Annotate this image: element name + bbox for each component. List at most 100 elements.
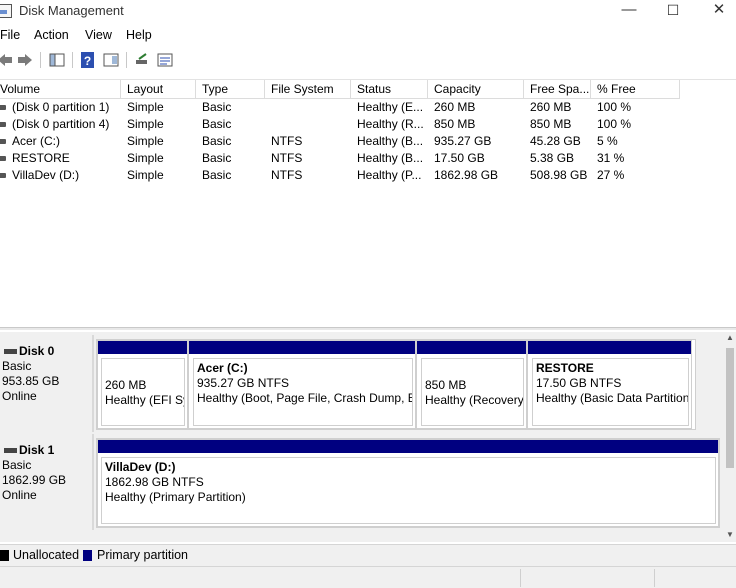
forward-icon[interactable] (16, 51, 34, 69)
back-icon[interactable] (0, 51, 14, 69)
cell-percent-free: 5 % (597, 134, 618, 148)
partition-status: Healthy (Recovery Partition) (425, 393, 524, 407)
disk-0-label[interactable]: Disk 0 Basic 953.85 GB Online (0, 335, 94, 432)
menu-action[interactable]: Action (34, 28, 69, 42)
partition-acer-c[interactable]: Acer (C:) 935.27 GB NTFS Healthy (Boot, … (188, 340, 416, 429)
primary-partition-bar (98, 341, 187, 354)
menu-bar: File Action View Help (0, 26, 736, 46)
disk-management-icon (0, 4, 12, 18)
volume-icon (0, 173, 6, 178)
menu-view[interactable]: View (85, 28, 112, 42)
close-button[interactable]: ✕ (696, 1, 736, 21)
show-hide-console-tree-icon[interactable] (48, 51, 66, 69)
partition-efi[interactable]: 260 MB Healthy (EFI System Partition) (97, 340, 188, 429)
column-header-file-system[interactable]: File System (265, 80, 351, 99)
scrollbar-thumb[interactable] (726, 348, 734, 468)
menu-help[interactable]: Help (126, 28, 152, 42)
cell-capacity: 17.50 GB (434, 151, 485, 165)
volume-icon (0, 139, 6, 144)
show-action-pane-icon[interactable] (102, 51, 120, 69)
volume-list: Volume Layout Type File System Status Ca… (0, 79, 736, 327)
partition-details: 850 MB Healthy (Recovery Partition) (421, 358, 524, 426)
disk-0-state: Online (2, 389, 37, 403)
table-row[interactable]: VillaDev (D:) Simple Basic NTFS Healthy … (0, 167, 736, 184)
partition-details: 260 MB Healthy (EFI System Partition) (101, 358, 185, 426)
volume-icon (0, 156, 6, 161)
disk-0-partitions: 260 MB Healthy (EFI System Partition) Ac… (96, 339, 696, 430)
partition-details: RESTORE 17.50 GB NTFS Healthy (Basic Dat… (532, 358, 689, 426)
status-bar (0, 566, 736, 588)
status-divider (520, 569, 521, 587)
partition-restore[interactable]: RESTORE 17.50 GB NTFS Healthy (Basic Dat… (527, 340, 692, 429)
table-row[interactable]: Acer (C:) Simple Basic NTFS Healthy (B..… (0, 133, 736, 150)
column-header-volume[interactable]: Volume (0, 80, 121, 99)
disk-1-label[interactable]: Disk 1 Basic 1862.99 GB Online (0, 434, 94, 530)
column-header-status[interactable]: Status (351, 80, 428, 99)
cell-free-space: 5.38 GB (530, 151, 575, 165)
primary-partition-swatch (83, 550, 92, 561)
scroll-down-icon[interactable]: ▼ (724, 529, 736, 541)
disk-1-name: Disk 1 (2, 443, 92, 458)
connect-disk-icon[interactable] (133, 51, 151, 69)
column-header-capacity[interactable]: Capacity (428, 80, 524, 99)
cell-capacity: 260 MB (434, 100, 476, 114)
table-row[interactable]: (Disk 0 partition 1) Simple Basic Health… (0, 99, 736, 116)
disk-0-size: 953.85 GB (2, 374, 60, 388)
cell-layout: Simple (127, 151, 164, 165)
partition-size: 17.50 GB NTFS (536, 376, 622, 390)
primary-partition-bar (417, 341, 526, 354)
cell-status: Healthy (P... (357, 168, 422, 182)
cell-layout: Simple (127, 100, 164, 114)
table-row[interactable]: RESTORE Simple Basic NTFS Healthy (B... … (0, 150, 736, 167)
column-header-layout[interactable]: Layout (121, 80, 196, 99)
volume-rows: (Disk 0 partition 1) Simple Basic Health… (0, 99, 736, 184)
cell-percent-free: 31 % (597, 151, 625, 165)
maximize-button[interactable]: ☐ (650, 1, 696, 21)
disk-1-type: Basic (2, 458, 32, 472)
legend: Unallocated Primary partition (0, 544, 736, 566)
partition-recovery[interactable]: 850 MB Healthy (Recovery Partition) (416, 340, 527, 429)
cell-file-system: NTFS (271, 151, 303, 165)
column-header-type[interactable]: Type (196, 80, 265, 99)
cell-type: Basic (202, 151, 232, 165)
column-header-free-space[interactable]: Free Spa... (524, 80, 591, 99)
minimize-button[interactable]: — (606, 1, 652, 21)
cell-volume: VillaDev (D:) (12, 168, 80, 182)
vertical-scrollbar[interactable]: ▲ ▼ (724, 332, 736, 542)
cell-layout: Simple (127, 134, 164, 148)
cell-status: Healthy (B... (357, 134, 424, 148)
cell-capacity: 935.27 GB (434, 134, 492, 148)
cell-file-system: NTFS (271, 168, 303, 182)
volume-icon (0, 122, 6, 127)
partition-details: Acer (C:) 935.27 GB NTFS Healthy (Boot, … (193, 358, 413, 426)
column-header-percent-free[interactable]: % Free (591, 80, 680, 99)
cell-volume: RESTORE (12, 151, 70, 165)
partition-details: VillaDev (D:) 1862.98 GB NTFS Healthy (P… (101, 457, 716, 524)
cell-status: Healthy (E... (357, 100, 424, 114)
cell-type: Basic (202, 100, 232, 114)
pane-splitter[interactable] (0, 327, 736, 330)
scroll-up-icon[interactable]: ▲ (724, 332, 736, 344)
partition-size: 935.27 GB NTFS (197, 376, 290, 390)
cell-file-system: NTFS (271, 134, 303, 148)
cell-capacity: 850 MB (434, 117, 476, 131)
partition-status: Healthy (Basic Data Partition) (536, 391, 689, 405)
disk-1-size: 1862.99 GB (2, 473, 67, 487)
toolbar-separator (72, 52, 73, 68)
menu-file[interactable]: File (0, 28, 20, 42)
disk-0-type: Basic (2, 359, 32, 373)
status-divider (654, 569, 655, 587)
partition-villadev-d[interactable]: VillaDev (D:) 1862.98 GB NTFS Healthy (P… (97, 439, 719, 527)
table-row[interactable]: (Disk 0 partition 4) Simple Basic Health… (0, 116, 736, 133)
cell-type: Basic (202, 168, 232, 182)
help-icon[interactable]: ? (79, 51, 97, 69)
title-bar: Disk Management — ☐ ✕ (0, 0, 736, 22)
primary-partition-bar (98, 440, 718, 453)
properties-icon[interactable] (156, 51, 174, 69)
cell-volume: (Disk 0 partition 4) (12, 117, 110, 131)
primary-partition-bar (528, 341, 691, 354)
partition-status: Healthy (EFI System Partition) (105, 393, 184, 407)
partition-size: 260 MB (105, 378, 147, 392)
cell-percent-free: 100 % (597, 100, 632, 114)
toolbar-separator (126, 52, 127, 68)
